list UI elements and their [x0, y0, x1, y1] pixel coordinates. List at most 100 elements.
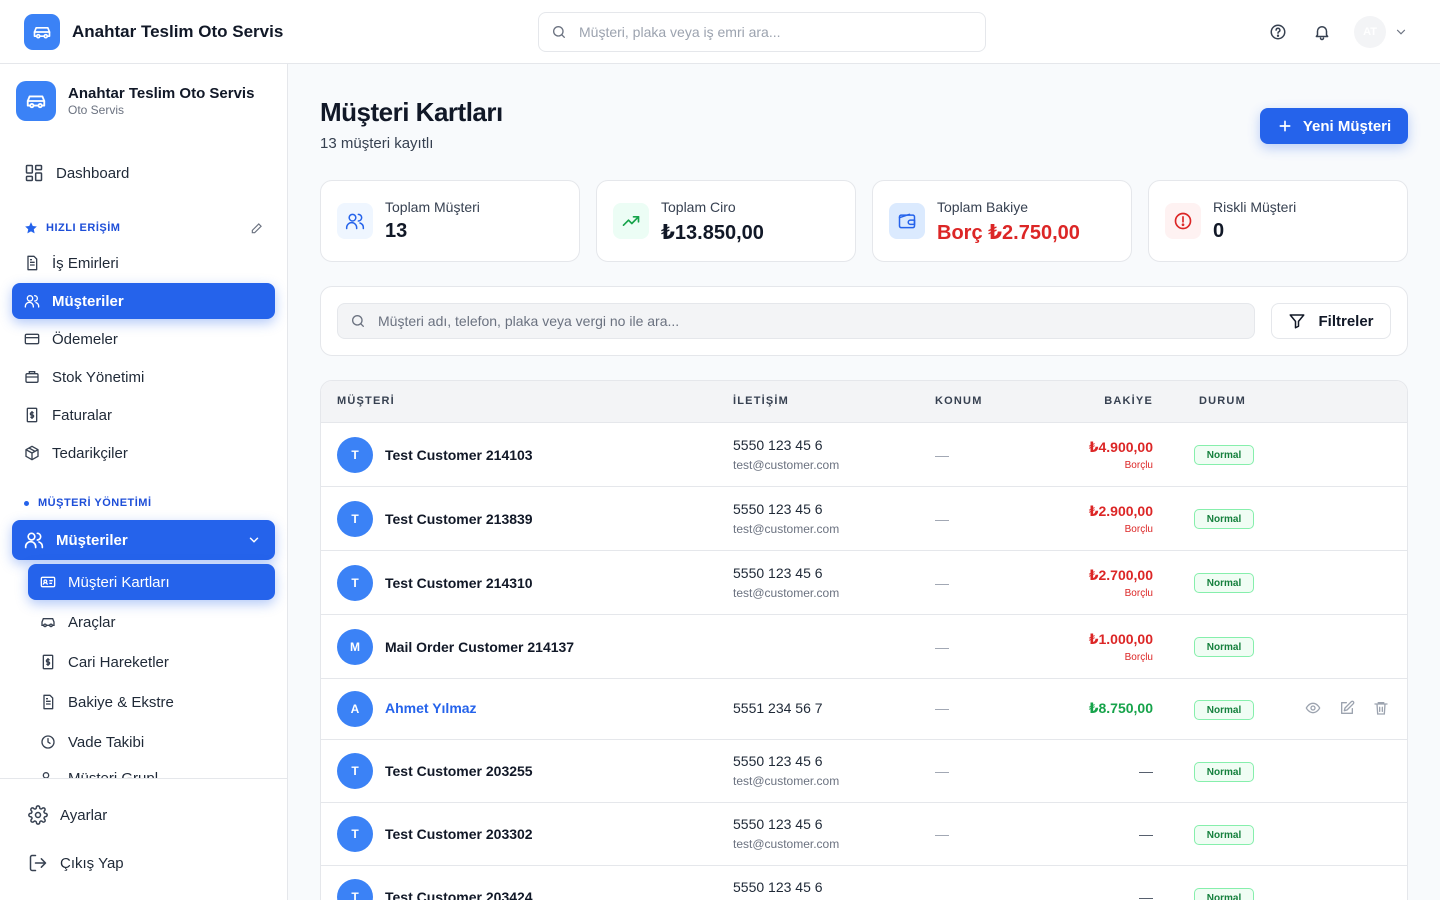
- customer-location: —: [935, 511, 949, 527]
- sidebar-subitem-balance-statement[interactable]: Bakiye & Ekstre: [28, 684, 275, 720]
- customer-email: test@customer.com: [733, 837, 840, 851]
- sidebar-subitem-due-tracking[interactable]: Vade Takibi: [28, 724, 275, 760]
- sidebar-item-payments[interactable]: Ödemeler: [12, 321, 275, 357]
- sidebar-item-customers-quick[interactable]: Müşteriler: [12, 283, 275, 319]
- column-header-location[interactable]: KONUM: [935, 395, 983, 407]
- customer-search-input[interactable]: [378, 313, 1238, 329]
- table-row[interactable]: T Test Customer 203302 5550 123 45 6 tes…: [321, 803, 1407, 866]
- table-row[interactable]: T Test Customer 214103 5550 123 45 6 tes…: [321, 423, 1407, 487]
- customer-phone: 5550 123 45 6: [733, 565, 823, 581]
- stat-label: Toplam Ciro: [661, 199, 736, 215]
- status-badge: Normal: [1194, 700, 1254, 720]
- customer-name[interactable]: Test Customer 203255: [385, 763, 533, 779]
- customer-avatar: T: [337, 753, 373, 789]
- sidebar-item-stock[interactable]: Stok Yönetimi: [12, 359, 275, 395]
- global-search[interactable]: [538, 12, 986, 52]
- customer-balance: —: [1139, 889, 1153, 900]
- sidebar-footer: Ayarlar Çıkış Yap: [0, 778, 287, 900]
- balance-note: Borçlu: [1124, 588, 1153, 599]
- pencil-icon[interactable]: [250, 221, 264, 235]
- star-icon: [25, 222, 37, 234]
- eye-icon: [1305, 702, 1321, 714]
- column-header-status[interactable]: DURUM: [1199, 395, 1246, 407]
- table-row[interactable]: T Test Customer 203424 5550 123 45 6 — N…: [321, 866, 1407, 900]
- sidebar: Anahtar Teslim Oto Servis Oto Servis Das…: [0, 64, 288, 900]
- users-icon: [24, 532, 44, 549]
- status-badge: Normal: [1194, 762, 1254, 782]
- trending-up-icon: [613, 203, 649, 239]
- sidebar-subitem-customer-groups[interactable]: Müşteri Grupl: [40, 770, 158, 778]
- column-header-contact[interactable]: İLETİŞİM: [733, 395, 789, 407]
- trash-icon: [1374, 702, 1388, 715]
- chevron-down-icon[interactable]: [1394, 25, 1408, 39]
- sidebar-item-settings[interactable]: Ayarlar: [28, 805, 107, 825]
- customer-name[interactable]: Test Customer 214103: [385, 447, 533, 463]
- table-row[interactable]: A Ahmet Yılmaz 5551 234 56 7 — ₺8.750,00…: [321, 679, 1407, 740]
- customer-balance: —: [1139, 763, 1153, 779]
- column-header-customer[interactable]: MÜŞTERİ: [337, 395, 395, 407]
- customer-balance: ₺4.900,00: [1088, 439, 1153, 455]
- section-dot: [24, 500, 29, 506]
- balance-note: Borçlu: [1124, 524, 1153, 535]
- users-icon: [24, 295, 40, 308]
- users-icon: [337, 203, 373, 239]
- stat-label: Toplam Müşteri: [385, 199, 480, 215]
- customer-email: test@customer.com: [733, 586, 840, 600]
- new-customer-button[interactable]: Yeni Müşteri: [1260, 108, 1408, 144]
- user-avatar[interactable]: AT: [1354, 16, 1386, 48]
- sidebar-item-invoices[interactable]: Faturalar: [12, 397, 275, 433]
- sidebar-brand[interactable]: Anahtar Teslim Oto Servis Oto Servis: [16, 81, 254, 121]
- table-row[interactable]: T Test Customer 214310 5550 123 45 6 tes…: [321, 551, 1407, 615]
- brand-name: Anahtar Teslim Oto Servis: [72, 21, 284, 41]
- car-logo-icon: [16, 81, 56, 121]
- customer-avatar: T: [337, 501, 373, 537]
- gear-icon: [28, 805, 48, 825]
- customer-location: —: [935, 447, 949, 463]
- table-row[interactable]: M Mail Order Customer 214137 — ₺1.000,00…: [321, 615, 1407, 679]
- wallet-icon: [889, 203, 925, 239]
- customer-name[interactable]: Test Customer 203302: [385, 826, 533, 842]
- global-search-input[interactable]: [579, 24, 959, 40]
- view-button[interactable]: [1301, 696, 1325, 720]
- customer-name[interactable]: Test Customer 213839: [385, 511, 533, 527]
- customer-phone: 5550 123 45 6: [733, 879, 823, 895]
- customer-name[interactable]: Test Customer 203424: [385, 889, 533, 900]
- sidebar-item-dashboard[interactable]: Dashboard: [12, 155, 275, 191]
- sidebar-item-suppliers[interactable]: Tedarikçiler: [12, 435, 275, 471]
- help-button[interactable]: [1262, 16, 1294, 48]
- customer-balance: ₺2.700,00: [1088, 567, 1153, 583]
- sidebar-group-customers[interactable]: Müşteriler: [12, 520, 275, 560]
- table-row[interactable]: T Test Customer 203255 5550 123 45 6 tes…: [321, 740, 1407, 803]
- delete-button[interactable]: [1369, 696, 1393, 720]
- sidebar-subitem-customer-cards[interactable]: Müşteri Kartları: [28, 564, 275, 600]
- sidebar-item-logout[interactable]: Çıkış Yap: [28, 853, 124, 873]
- customer-avatar: T: [337, 565, 373, 601]
- search-icon: [553, 26, 565, 38]
- customer-name[interactable]: Mail Order Customer 214137: [385, 639, 574, 655]
- filters-button[interactable]: Filtreler: [1271, 303, 1391, 339]
- briefcase-icon: [25, 371, 39, 383]
- stat-label: Toplam Bakiye: [937, 199, 1029, 215]
- sidebar-subitem-vehicles[interactable]: Araçlar: [28, 604, 275, 640]
- document-icon: [43, 694, 54, 710]
- car-icon: [41, 618, 55, 628]
- customer-location: —: [935, 639, 949, 655]
- status-badge: Normal: [1194, 573, 1254, 593]
- column-header-balance[interactable]: BAKİYE: [1104, 395, 1153, 407]
- table-row[interactable]: T Test Customer 213839 5550 123 45 6 tes…: [321, 487, 1407, 551]
- sidebar-subitem-current-transactions[interactable]: Cari Hareketler: [28, 644, 275, 680]
- customer-name[interactable]: Ahmet Yılmaz: [385, 700, 477, 716]
- customer-avatar: M: [337, 629, 373, 665]
- brand[interactable]: Anahtar Teslim Oto Servis: [24, 13, 284, 50]
- filter-card: Filtreler: [320, 286, 1408, 356]
- stat-value: Borç ₺2.750,00: [937, 222, 1080, 244]
- notifications-button[interactable]: [1306, 16, 1338, 48]
- edit-button[interactable]: [1335, 696, 1359, 720]
- status-badge: Normal: [1194, 637, 1254, 657]
- filter-icon: [1289, 314, 1305, 329]
- customer-search[interactable]: [337, 303, 1255, 339]
- customer-name[interactable]: Test Customer 214310: [385, 575, 533, 591]
- customer-phone: 5550 123 45 6: [733, 816, 823, 832]
- sidebar-item-work-orders[interactable]: İş Emirleri: [12, 245, 275, 281]
- row-actions: [1301, 696, 1403, 720]
